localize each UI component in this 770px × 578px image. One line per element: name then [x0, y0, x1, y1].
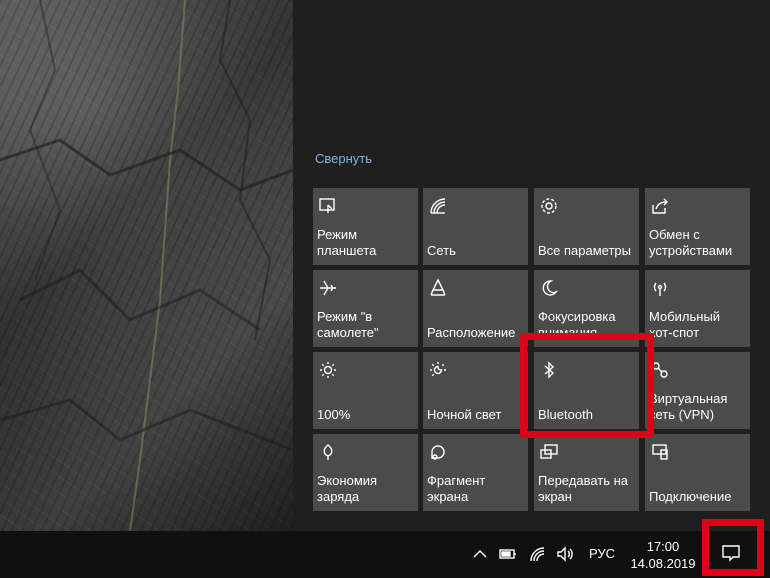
tile-label: 100% — [317, 407, 351, 422]
tile-screen-snip[interactable]: Фрагмент экрана — [423, 434, 528, 511]
location-icon — [428, 278, 448, 298]
tile-label: Режим "в самолете" — [317, 309, 379, 340]
tile-nearby-sharing[interactable]: Обмен с устройствами — [645, 188, 750, 265]
tile-night-light[interactable]: Ночной свет — [423, 352, 528, 429]
tile-label: Bluetooth — [538, 407, 593, 422]
tile-airplane-mode[interactable]: Режим "в самолете" — [313, 270, 418, 347]
hotspot-icon — [650, 278, 670, 298]
snip-icon — [428, 442, 448, 462]
clock-date: 14.08.2019 — [630, 556, 696, 571]
tile-location[interactable]: Расположение — [423, 270, 528, 347]
tile-vpn[interactable]: Виртуальная сеть (VPN) — [645, 352, 750, 429]
tile-label: Сеть — [427, 243, 456, 258]
tile-brightness[interactable]: 100% — [313, 352, 418, 429]
tile-project[interactable]: Передавать на экран — [534, 434, 639, 511]
bluetooth-icon — [539, 360, 559, 380]
clock-time: 17:00 — [646, 539, 680, 554]
moon-icon — [539, 278, 559, 298]
tile-label: Расположение — [427, 325, 516, 340]
tile-tablet-mode[interactable]: Режим планшета — [313, 188, 418, 265]
tile-label: Подключение — [649, 489, 732, 504]
taskbar: РУС 17:00 14.08.2019 — [0, 531, 770, 578]
project-icon — [539, 442, 559, 462]
wifi-icon[interactable] — [528, 545, 548, 563]
tile-label: Обмен с устройствами — [649, 227, 733, 258]
vpn-icon — [650, 360, 670, 380]
tile-label: Фокусировка внимания — [538, 309, 616, 340]
input-language-indicator[interactable]: РУС — [589, 546, 615, 561]
connect-icon — [650, 442, 670, 462]
tile-label: Мобильный хот-спот — [649, 309, 721, 340]
tile-label: Передавать на экран — [538, 473, 629, 504]
tile-label: Экономия заряда — [317, 473, 378, 504]
desktop-wallpaper — [0, 0, 293, 531]
tile-label: Виртуальная сеть (VPN) — [649, 391, 728, 422]
tile-battery-saver[interactable]: Экономия заряда — [313, 434, 418, 511]
notification-icon[interactable] — [721, 544, 741, 562]
tile-bluetooth[interactable]: Bluetooth — [534, 352, 639, 429]
network-icon — [428, 196, 448, 216]
sun-icon — [318, 360, 338, 380]
share-icon — [650, 196, 670, 216]
chevron-up-icon[interactable] — [470, 545, 490, 563]
tile-label: Ночной свет — [427, 407, 502, 422]
volume-icon[interactable] — [556, 545, 576, 563]
taskbar-clock[interactable]: 17:00 14.08.2019 — [628, 538, 698, 572]
tile-label: Фрагмент экрана — [427, 473, 486, 504]
tile-label: Все параметры — [538, 243, 632, 258]
tile-all-settings[interactable]: Все параметры — [534, 188, 639, 265]
gear-icon — [539, 196, 559, 216]
tile-label: Режим планшета — [317, 227, 377, 258]
tablet-mode-icon — [318, 196, 338, 216]
stone-texture — [0, 0, 293, 531]
action-center-panel: Свернуть Режим планшета Сеть Все парамет… — [293, 0, 770, 531]
tile-network[interactable]: Сеть — [423, 188, 528, 265]
airplane-icon — [318, 278, 338, 298]
battery-saver-icon — [318, 442, 338, 462]
collapse-link[interactable]: Свернуть — [315, 151, 372, 166]
tile-connect[interactable]: Подключение — [645, 434, 750, 511]
night-light-icon — [428, 360, 448, 380]
battery-icon[interactable] — [498, 545, 518, 563]
tile-mobile-hotspot[interactable]: Мобильный хот-спот — [645, 270, 750, 347]
tile-focus-assist[interactable]: Фокусировка внимания — [534, 270, 639, 347]
